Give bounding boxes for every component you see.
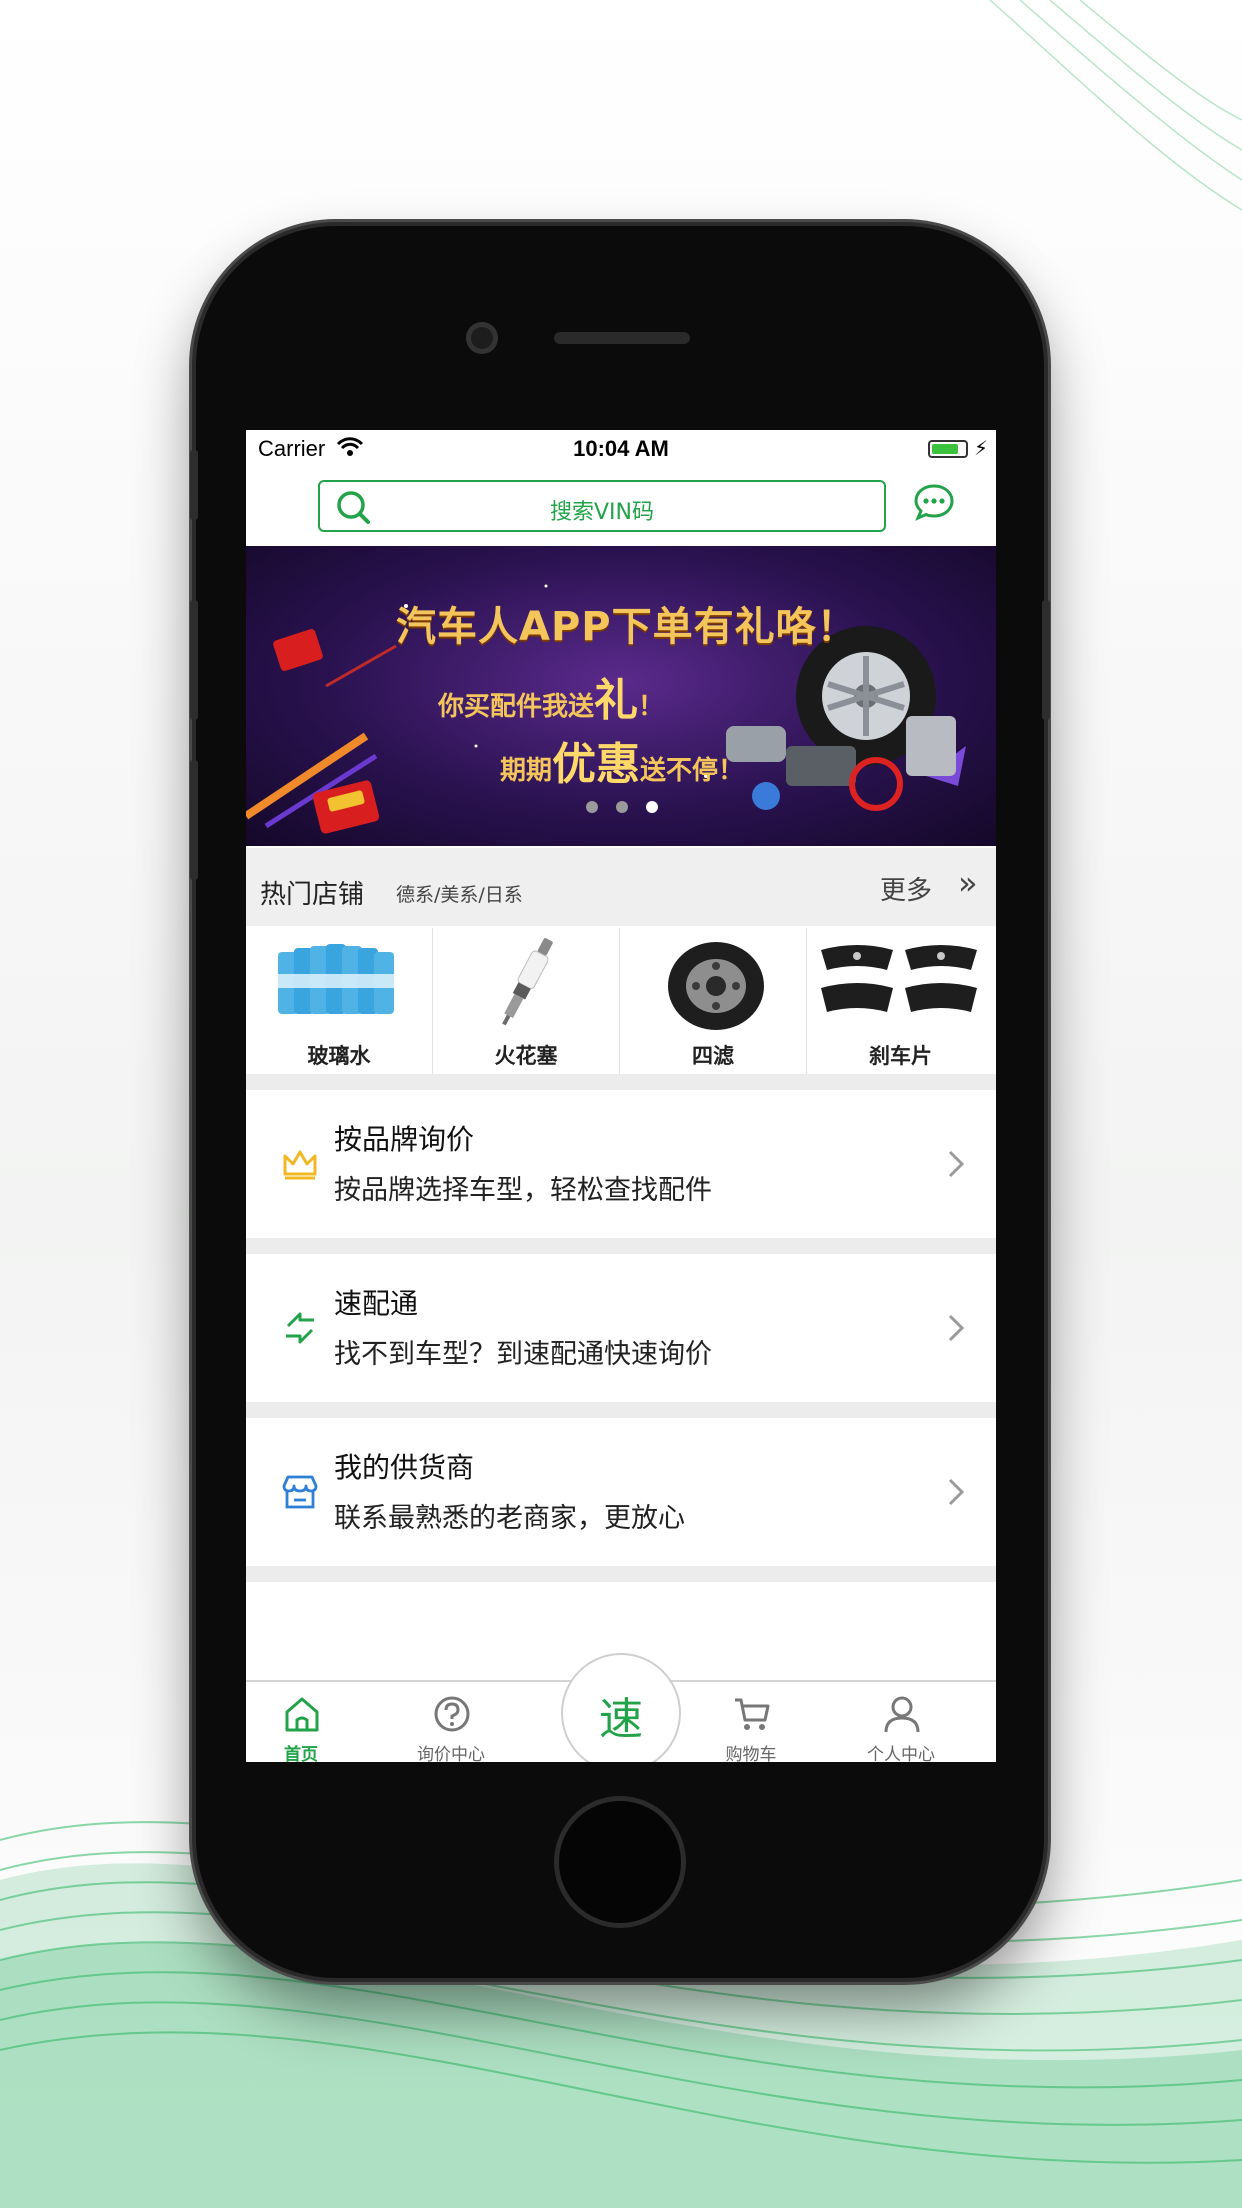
product-label: 刹车片 [869,1044,932,1068]
header: 搜索VIN码 [246,470,996,544]
menu-title: 我的供货商 [334,1451,475,1484]
user-icon [884,1696,920,1733]
menu-my-suppliers[interactable]: 我的供货商 联系最熟悉的老商家，更放心 [246,1418,996,1566]
chat-icon[interactable] [912,480,956,524]
banner-line-3-big: 优惠 [552,739,641,790]
banner-line-3-suffix: 送不停！ [640,756,745,786]
product-label: 火花塞 [494,1044,558,1068]
status-bar: Carrier 10:04 AM ⚡ [246,430,996,470]
menu-description: 联系最熟悉的老商家，更放心 [334,1503,685,1534]
product-label: 四滤 [692,1044,734,1068]
question-circle-icon [434,1696,470,1732]
tab-label: 询价中心 [417,1745,485,1762]
tab-label: 购物车 [725,1745,777,1762]
section-divider [246,1074,996,1090]
section-divider [246,1402,996,1418]
earpiece-speaker [554,332,690,344]
tab-home[interactable]: 首页 [246,1682,356,1762]
banner-line-3-prefix: 期期 [500,756,553,786]
banner-line-2-suffix: ！ [638,692,665,722]
chevron-right-icon [948,1150,965,1178]
section-divider [246,1566,996,1582]
menu-description: 按品牌选择车型，轻松查找配件 [334,1175,712,1206]
hot-shops-subtitle: 德系/美系/日系 [396,884,523,906]
chevron-right-icon [948,1478,965,1506]
search-placeholder: 搜索VIN码 [550,500,654,525]
volume-up-button [190,600,198,720]
menu-description: 找不到车型？到速配通快速询价 [334,1339,712,1370]
more-link[interactable]: 更多 [880,870,932,907]
store-icon [282,1475,318,1509]
tab-profile[interactable]: 个人中心 [846,1682,956,1762]
product-row: 玻璃水 火花塞 四滤 刹车片 [246,928,996,1074]
menu-title: 按品牌询价 [334,1123,475,1156]
hot-shops-header: 热门店铺 德系/美系/日系 更多 » [246,848,996,926]
menu-quick-match[interactable]: 速配通 找不到车型？到速配通快速询价 [246,1254,996,1402]
chevron-right-icon [948,1314,965,1342]
crown-icon [283,1150,317,1180]
clock: 10:04 AM [573,436,669,461]
exchange-arrows-icon [286,1312,314,1344]
menu-title: 速配通 [334,1287,419,1320]
product-brake-pads[interactable]: 刹车片 [807,928,994,1074]
cart-icon [735,1698,770,1730]
carousel-dot-active[interactable] [646,801,658,813]
banner-line-2: 你买配件我送礼！ [438,664,664,728]
double-chevron-right-icon[interactable]: » [958,864,978,902]
mute-switch [190,450,198,520]
menu-brand-inquiry[interactable]: 按品牌询价 按品牌选择车型，轻松查找配件 [246,1090,996,1238]
oil-filter-icon [668,942,764,1030]
app-screen: Carrier 10:04 AM ⚡ 搜索VIN码 汽车人APP下单有礼咯！ 你… [246,430,996,1762]
tab-inquiry-center[interactable]: 询价中心 [396,1682,506,1762]
quick-action-button[interactable]: 速 [561,1653,681,1762]
carousel-dot[interactable] [616,801,628,813]
front-camera [466,322,498,354]
tab-label: 首页 [284,1745,318,1762]
battery-icon [928,440,968,458]
carousel-indicator[interactable] [586,798,676,817]
banner-line-2-big: 礼 [594,675,639,726]
product-label: 玻璃水 [307,1044,371,1068]
quick-action-label: 速 [599,1694,643,1745]
carousel-dot[interactable] [586,801,598,813]
product-spark-plug[interactable]: 火花塞 [433,928,620,1074]
home-icon [285,1697,319,1732]
banner-headline: 汽车人APP下单有礼咯！ [396,604,858,650]
charging-icon: ⚡ [973,436,988,460]
banner-line-2-prefix: 你买配件我送 [438,692,595,722]
tab-cart[interactable]: 购物车 [696,1682,806,1762]
banner-line-3: 期期优惠送不停！ [500,728,744,792]
promo-banner[interactable]: 汽车人APP下单有礼咯！ 你买配件我送礼！ 期期优惠送不停！ [246,546,996,846]
tab-label: 个人中心 [867,1745,935,1762]
spark-plug-icon [502,938,553,1026]
product-oil-filter[interactable]: 四滤 [620,928,807,1074]
washer-fluid-bottles-icon [278,944,394,1014]
product-washer-fluid[interactable]: 玻璃水 [246,928,433,1074]
section-divider [246,1238,996,1254]
home-button[interactable] [554,1796,686,1928]
volume-down-button [190,760,198,880]
power-button [1042,600,1050,720]
search-input[interactable]: 搜索VIN码 [318,480,886,532]
hot-shops-title: 热门店铺 [260,880,365,910]
brake-pads-icon [821,945,977,1012]
